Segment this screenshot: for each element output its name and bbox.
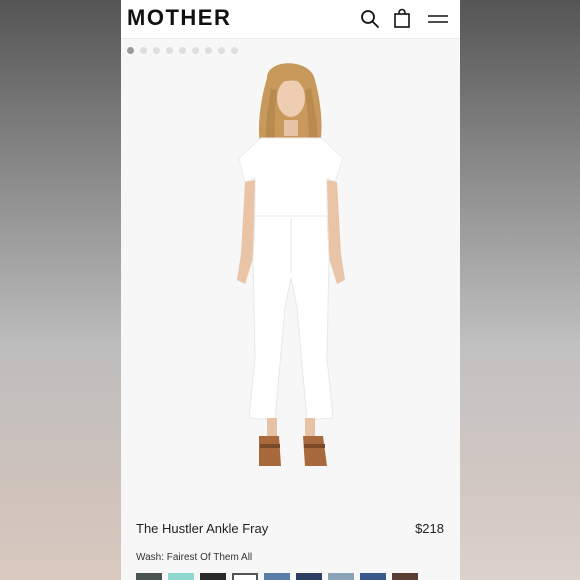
gallery-pagination — [127, 47, 238, 55]
wash-swatch[interactable] — [232, 573, 258, 580]
gallery-dot[interactable] — [166, 47, 173, 54]
gallery-dot[interactable] — [231, 47, 238, 54]
menu-icon[interactable] — [426, 8, 450, 30]
wash-swatch[interactable] — [392, 573, 418, 580]
gallery-dot[interactable] — [179, 47, 186, 54]
wash-swatch[interactable] — [296, 573, 322, 580]
wash-swatch[interactable] — [264, 573, 290, 580]
wash-swatch[interactable] — [136, 573, 162, 580]
gallery-dot[interactable] — [140, 47, 147, 54]
gallery-dot[interactable] — [153, 47, 160, 54]
shopping-bag-icon[interactable] — [391, 8, 413, 30]
wash-swatch[interactable] — [168, 573, 194, 580]
gallery-dot[interactable] — [127, 47, 134, 54]
product-price: $218 — [415, 521, 444, 536]
wash-label: Wash: Fairest Of Them All — [136, 552, 253, 563]
search-icon[interactable] — [359, 8, 381, 30]
brand-logo[interactable]: MOTHER — [127, 5, 231, 31]
gallery-dot[interactable] — [218, 47, 225, 54]
product-photo[interactable] — [121, 58, 460, 498]
wash-swatches — [136, 573, 418, 580]
gallery-dot[interactable] — [192, 47, 199, 54]
product-page: MOTHER The Hustler Ankle Fray $218 Wash:… — [121, 0, 460, 580]
product-title: The Hustler Ankle Fray — [136, 521, 269, 536]
wash-swatch[interactable] — [360, 573, 386, 580]
backdrop-right — [459, 0, 580, 580]
backdrop-left — [0, 0, 121, 580]
wash-swatch[interactable] — [328, 573, 354, 580]
site-header: MOTHER — [121, 0, 460, 39]
gallery-dot[interactable] — [205, 47, 212, 54]
wash-swatch[interactable] — [200, 573, 226, 580]
